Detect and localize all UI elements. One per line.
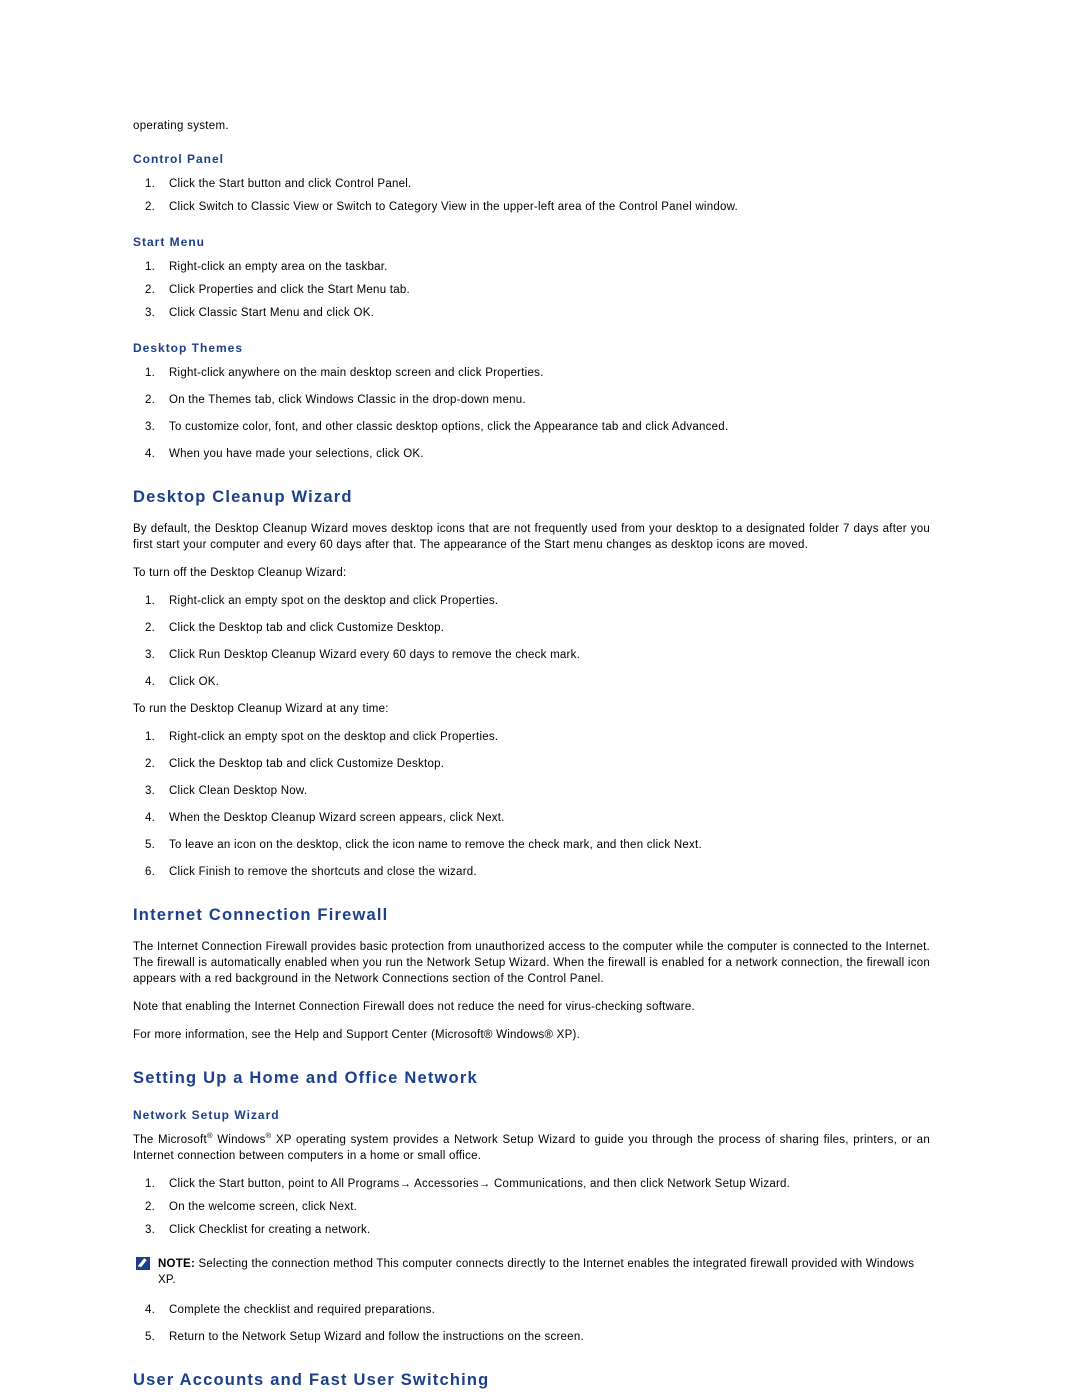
lead-run-wizard: To run the Desktop Cleanup Wizard at any… [133,703,389,715]
list-item: Click the Start button and click Control… [145,176,412,192]
list-item: Return to the Network Setup Wizard and f… [145,1329,584,1345]
steps-network-setup-continued: Complete the checklist and required prep… [133,1302,930,1345]
heading-control-panel: Control Panel [133,152,225,166]
list-item: When the Desktop Cleanup Wizard screen a… [145,810,505,826]
list-item: Click Clean Desktop Now. [145,783,308,799]
list-item: When you have made your selections, clic… [145,446,424,462]
steps-network-setup: Click the Start button, point to All Pro… [133,1176,930,1238]
list-item: Right-click an empty area on the taskbar… [145,259,388,275]
document-page: operating system. Control Panel Click th… [0,0,1080,1397]
list-item: Click the Start button, point to All Pro… [145,1176,791,1192]
list-item: Click Classic Start Menu and click OK. [145,305,375,321]
heading-user-accounts: User Accounts and Fast User Switching [133,1371,490,1389]
list-item: Click the Desktop tab and click Customiz… [145,620,445,636]
heading-setting-up-network: Setting Up a Home and Office Network [133,1069,478,1087]
list-item: On the Themes tab, click Windows Classic… [145,392,526,408]
paragraph-part-prefix: The Microsoft [133,1134,207,1146]
note-pencil-icon [136,1257,150,1270]
list-item: On the welcome screen, click Next. [145,1199,358,1215]
lead-turn-off-wizard: To turn off the Desktop Cleanup Wizard: [133,567,347,579]
note-message: Selecting the connection method This com… [158,1258,915,1286]
list-item: Complete the checklist and required prep… [145,1302,436,1318]
heading-desktop-themes: Desktop Themes [133,341,244,355]
heading-start-menu: Start Menu [133,235,206,249]
list-item: Click Switch to Classic View or Switch t… [145,199,738,215]
paragraph-firewall-1: The Internet Connection Firewall provide… [133,941,930,985]
steps-run-wizard: Right-click an empty spot on the desktop… [133,729,930,880]
list-item: To customize color, font, and other clas… [145,419,729,435]
note-body: NOTE: Selecting the connection method Th… [158,1256,930,1288]
heading-network-setup-wizard: Network Setup Wizard [133,1108,280,1122]
list-item: Click Properties and click the Start Men… [145,282,410,298]
list-item: Right-click anywhere on the main desktop… [145,365,544,381]
note-label: NOTE: [158,1258,196,1270]
paragraph-desktop-cleanup-intro: By default, the Desktop Cleanup Wizard m… [133,523,930,551]
steps-desktop-themes: Right-click anywhere on the main desktop… [133,365,930,462]
list-item: Click Run Desktop Cleanup Wizard every 6… [145,647,581,663]
paragraph-firewall-3: For more information, see the Help and S… [133,1029,581,1041]
heading-internet-connection-firewall: Internet Connection Firewall [133,906,389,924]
list-item: Click OK. [145,674,220,690]
list-item: Click the Desktop tab and click Customiz… [145,756,445,772]
steps-start-menu: Right-click an empty area on the taskbar… [133,259,930,321]
intro-text: operating system. [133,120,229,132]
paragraph-part-mid: Windows [212,1134,266,1146]
steps-control-panel: Click the Start button and click Control… [133,176,930,215]
list-item: To leave an icon on the desktop, click t… [145,837,702,853]
steps-turn-off-wizard: Right-click an empty spot on the desktop… [133,593,930,690]
heading-desktop-cleanup-wizard: Desktop Cleanup Wizard [133,488,353,506]
list-item: Click Checklist for creating a network. [145,1222,371,1238]
note-callout: NOTE: Selecting the connection method Th… [133,1256,930,1288]
paragraph-firewall-2: Note that enabling the Internet Connecti… [133,1001,695,1013]
list-item: Click Finish to remove the shortcuts and… [145,864,477,880]
list-item: Right-click an empty spot on the desktop… [145,593,499,609]
paragraph-network-setup: The Microsoft® Windows® XP operating sys… [133,1132,930,1164]
list-item: Right-click an empty spot on the desktop… [145,729,499,745]
